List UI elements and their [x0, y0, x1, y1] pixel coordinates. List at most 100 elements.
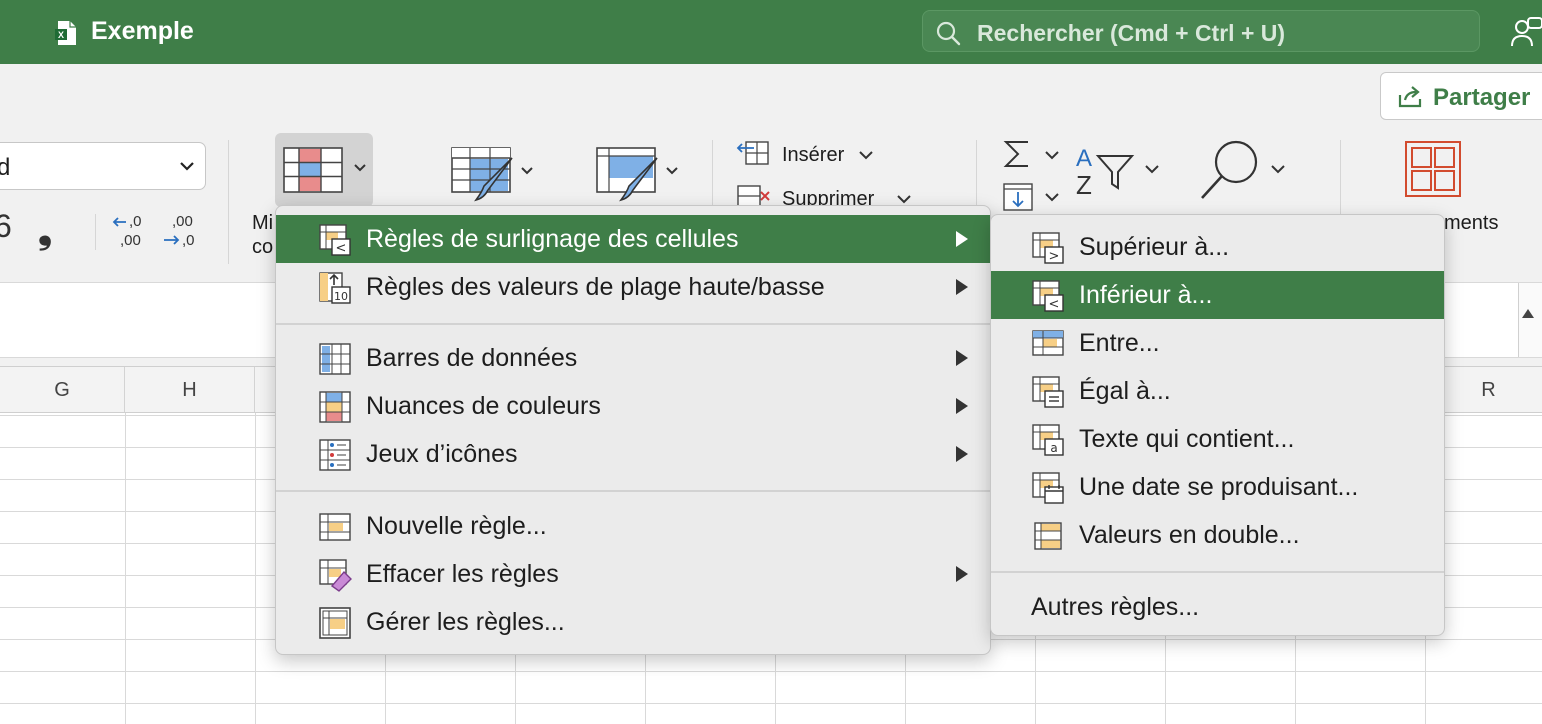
- chevron-down-icon: [354, 164, 366, 172]
- svg-text:,0: ,0: [182, 232, 195, 249]
- font-name-value: d: [0, 154, 11, 181]
- submenu-arrow-icon: [956, 398, 968, 414]
- add-ins-label: ments: [1444, 212, 1499, 234]
- triangle-up-icon: [1522, 309, 1534, 318]
- submenu-item-label: Autres règles...: [1031, 593, 1200, 621]
- format-as-table-icon[interactable]: [450, 146, 540, 206]
- manage-rules-icon: [319, 607, 351, 639]
- add-ins-icon[interactable]: [1404, 140, 1462, 198]
- svg-text:10: 10: [334, 290, 348, 303]
- menu-item-label: Nuances de couleurs: [366, 392, 601, 420]
- submenu-arrow-icon: [956, 350, 968, 366]
- submenu-item-label: Une date se produisant...: [1079, 473, 1359, 501]
- less-than-icon: <: [1032, 280, 1064, 312]
- submenu-item-greater-than[interactable]: > Supérieur à...: [991, 223, 1444, 271]
- svg-text:A: A: [1076, 145, 1092, 172]
- menu-item-label: Barres de données: [366, 344, 578, 372]
- increase-decimal-icon[interactable]: ,0 ,00: [112, 210, 148, 250]
- submenu-item-label: Inférieur à...: [1079, 281, 1213, 309]
- clear-rules-eraser-icon: [319, 559, 352, 592]
- menu-item-label: Règles de surlignage des cellules: [366, 225, 739, 253]
- comma-style-button[interactable]: ❟: [38, 210, 52, 253]
- duplicate-values-icon: [1034, 522, 1062, 550]
- submenu-arrow-icon: [956, 566, 968, 582]
- equal-to-icon: [1032, 376, 1064, 408]
- chevron-down-icon[interactable]: [896, 194, 912, 204]
- search-placeholder: Rechercher (Cmd + Ctrl + U): [977, 20, 1286, 46]
- insert-button-label[interactable]: Insérer: [782, 144, 844, 167]
- submenu-item-duplicate-values[interactable]: Valeurs en double...: [991, 511, 1444, 559]
- submenu-item-more-rules[interactable]: Autres règles...: [991, 583, 1444, 631]
- excel-file-icon: X: [55, 21, 76, 45]
- svg-text:,0: ,0: [129, 213, 142, 230]
- menu-separator: [991, 571, 1444, 573]
- chevron-down-icon[interactable]: [858, 150, 874, 160]
- greater-than-icon: >: [1032, 232, 1064, 264]
- menu-separator: [276, 490, 990, 492]
- submenu-item-text-contains[interactable]: a Texte qui contient...: [991, 415, 1444, 463]
- data-bars-icon: [319, 343, 351, 375]
- divider: [95, 214, 96, 250]
- search-icon: [936, 21, 961, 46]
- menu-item-label: Règles des valeurs de plage haute/basse: [366, 273, 825, 301]
- menu-item-new-rule[interactable]: Nouvelle règle...: [276, 502, 990, 550]
- font-name-dropdown[interactable]: d: [0, 142, 206, 190]
- cell-styles-icon[interactable]: [595, 146, 685, 206]
- menu-item-color-scales[interactable]: Nuances de couleurs: [276, 382, 990, 430]
- autosum-icon[interactable]: [1002, 138, 1066, 172]
- submenu-item-equal-to[interactable]: Égal à...: [991, 367, 1444, 415]
- date-occurring-icon: [1032, 472, 1064, 504]
- highlight-cells-rules-submenu: > Supérieur à... < Inférieur à... Entre.…: [990, 214, 1445, 636]
- find-select-icon[interactable]: [1198, 140, 1290, 202]
- submenu-arrow-icon: [956, 231, 968, 247]
- menu-item-top-bottom-rules[interactable]: 10 Règles des valeurs de plage haute/bas…: [276, 263, 990, 311]
- menu-item-label: Effacer les règles: [366, 560, 559, 588]
- conditional-formatting-menu: < Règles de surlignage des cellules 10 R…: [275, 205, 991, 655]
- share-button[interactable]: Partager: [1380, 72, 1542, 120]
- share-icon: [1398, 86, 1422, 108]
- menu-item-highlight-cells-rules[interactable]: < Règles de surlignage des cellules: [276, 215, 990, 263]
- menu-item-clear-rules[interactable]: Effacer les règles: [276, 550, 990, 598]
- formula-expand-button[interactable]: [1518, 283, 1542, 357]
- fill-icon[interactable]: [1002, 182, 1066, 212]
- submenu-item-between[interactable]: Entre...: [991, 319, 1444, 367]
- submenu-item-less-than[interactable]: < Inférieur à...: [991, 271, 1444, 319]
- cf-label-line2: co: [252, 236, 274, 258]
- cf-label-line1: Mi: [252, 212, 274, 234]
- column-header[interactable]: G: [0, 367, 125, 413]
- submenu-item-date-occurring[interactable]: Une date se produisant...: [991, 463, 1444, 511]
- svg-text:>: >: [1049, 249, 1060, 264]
- svg-text:Z: Z: [1076, 170, 1092, 200]
- menu-item-data-bars[interactable]: Barres de données: [276, 334, 990, 382]
- menu-item-icon-sets[interactable]: Jeux d’icônes: [276, 430, 990, 478]
- text-contains-icon: a: [1032, 424, 1064, 456]
- svg-text:<: <: [1049, 297, 1060, 312]
- chevron-down-icon: [180, 162, 194, 171]
- divider: [228, 140, 229, 264]
- svg-text:X: X: [58, 30, 64, 40]
- icon-sets-icon: [319, 439, 351, 471]
- decrease-decimal-icon[interactable]: ,00 ,0: [162, 210, 202, 250]
- submenu-item-label: Entre...: [1079, 329, 1160, 357]
- svg-text:,00: ,00: [172, 213, 193, 230]
- menu-separator: [276, 323, 990, 325]
- top-bottom-rules-icon: 10: [319, 272, 351, 304]
- svg-text:a: a: [1050, 441, 1057, 455]
- color-scales-icon: [319, 391, 351, 423]
- column-header[interactable]: H: [125, 367, 255, 413]
- menu-item-label: Gérer les règles...: [366, 608, 565, 636]
- percent-style-button[interactable]: 6: [0, 208, 12, 245]
- comments-icon[interactable]: [1508, 14, 1542, 50]
- document-title: Exemple: [91, 17, 194, 45]
- highlight-cells-rules-icon: <: [319, 224, 351, 256]
- conditional-formatting-button[interactable]: [275, 133, 373, 207]
- title-bar: X Exemple Rechercher (Cmd + Ctrl + U): [0, 0, 1542, 64]
- svg-text:<: <: [336, 241, 347, 256]
- conditional-formatting-icon: [283, 147, 343, 193]
- column-header[interactable]: R: [1435, 367, 1542, 413]
- submenu-item-label: Texte qui contient...: [1079, 425, 1295, 453]
- sort-filter-icon[interactable]: A Z: [1074, 142, 1166, 200]
- search-box[interactable]: Rechercher (Cmd + Ctrl + U): [922, 10, 1480, 52]
- insert-cells-icon: [736, 141, 769, 165]
- menu-item-manage-rules[interactable]: Gérer les règles...: [276, 598, 990, 646]
